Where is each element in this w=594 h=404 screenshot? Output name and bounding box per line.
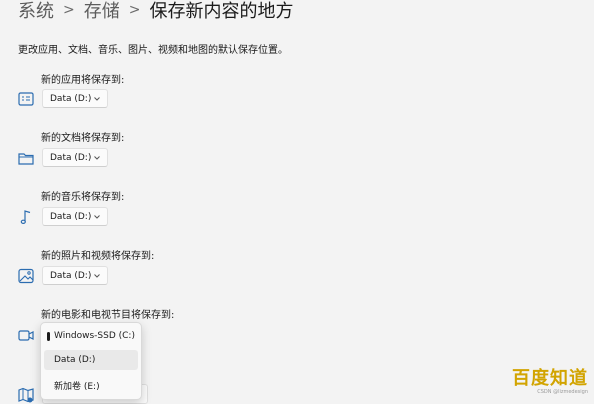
watermark-logo: 百度知道 (512, 368, 588, 389)
page-description: 更改应用、文档、音乐、图片、视频和地图的默认保存位置。 (18, 45, 288, 56)
dropdown-value: Data (D:) (50, 152, 92, 163)
breadcrumb: 系统 > 存储 > 保存新内容的地方 (18, 0, 293, 24)
photo-icon (17, 267, 35, 285)
drive-option-d[interactable]: Data (D:) (44, 350, 138, 370)
music-icon (17, 208, 35, 226)
chevron-down-icon (93, 154, 101, 162)
drive-select-menu: Windows-SSD (C:) Data (D:) 新加卷 (E:) (40, 322, 142, 400)
video-icon (17, 326, 35, 344)
page-title: 保存新内容的地方 (149, 1, 294, 22)
drive-option-label: 新加卷 (E:) (54, 381, 100, 392)
apps-location-dropdown[interactable]: Data (D:) (42, 89, 108, 108)
chevron-down-icon (93, 95, 101, 103)
watermark: 百度知道 CSDN @lizmedesign (512, 369, 588, 396)
dropdown-value: Data (D:) (50, 211, 92, 222)
breadcrumb-storage[interactable]: 存储 (84, 0, 120, 23)
watermark-caption: CSDN @lizmedesign (537, 389, 588, 395)
dropdown-value: Data (D:) (50, 93, 92, 104)
dropdown-value: Data (D:) (50, 270, 92, 281)
map-icon (17, 386, 35, 404)
drive-option-e[interactable]: 新加卷 (E:) (44, 375, 138, 395)
music-location-dropdown[interactable]: Data (D:) (42, 207, 108, 226)
chevron-down-icon (93, 213, 101, 221)
setting-label-photos: 新的照片和视频将保存到: (41, 251, 155, 262)
breadcrumb-system[interactable]: 系统 (18, 0, 54, 23)
folder-icon (17, 149, 35, 167)
setting-label-apps: 新的应用将保存到: (41, 75, 125, 86)
breadcrumb-separator: > (63, 2, 75, 18)
app-icon (17, 90, 35, 108)
photos-location-dropdown[interactable]: Data (D:) (42, 266, 108, 285)
selection-indicator (47, 332, 50, 341)
chevron-down-icon (93, 272, 101, 280)
setting-label-music: 新的音乐将保存到: (41, 192, 125, 203)
drive-option-label: Windows-SSD (C:) (54, 331, 135, 341)
breadcrumb-separator: > (128, 2, 141, 18)
setting-label-movies: 新的电影和电视节目将保存到: (41, 310, 175, 321)
drive-option-label: Data (D:) (54, 355, 96, 365)
drive-option-c[interactable]: Windows-SSD (C:) (44, 326, 138, 346)
setting-label-documents: 新的文档将保存到: (41, 133, 125, 144)
documents-location-dropdown[interactable]: Data (D:) (42, 148, 108, 167)
